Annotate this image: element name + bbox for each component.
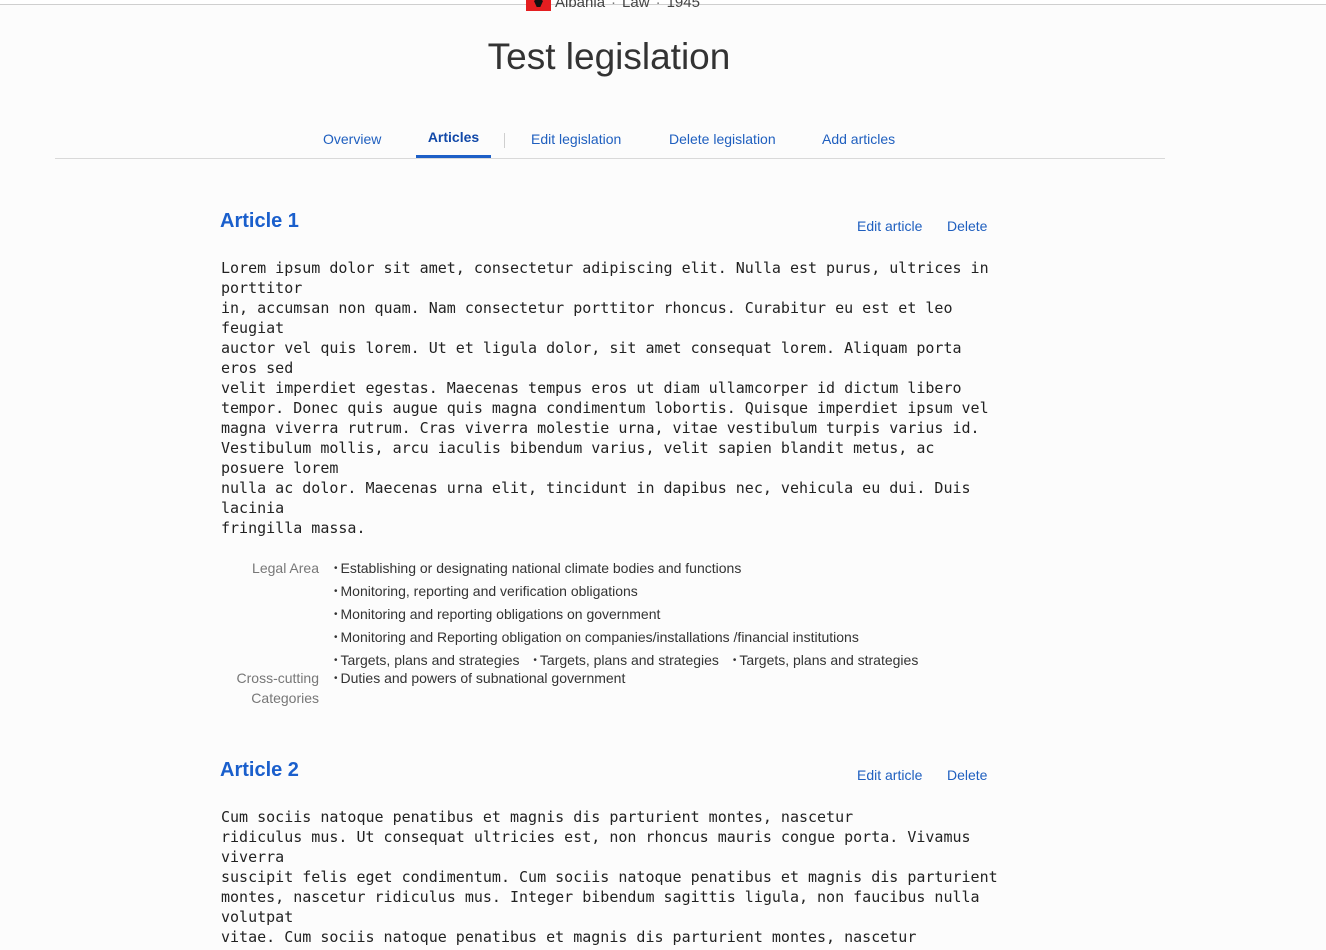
cross-cutting-tag: Duties and powers of subnational governm… — [334, 670, 626, 686]
legal-area-tag: Monitoring and Reporting obligation on c… — [334, 629, 859, 645]
tab-overview[interactable]: Overview — [323, 120, 381, 158]
cross-cutting-label-line: Categories — [251, 690, 319, 706]
legislation-tabs: Overview Articles Edit legislation Delet… — [55, 120, 1165, 159]
page-title: Test legislation — [487, 36, 731, 77]
cross-cutting-list: Duties and powers of subnational governm… — [334, 668, 635, 691]
tab-divider — [504, 133, 505, 148]
cross-cutting-label: Cross-cutting Categories — [199, 668, 319, 708]
edit-article-button[interactable]: Edit article — [857, 218, 922, 234]
legal-area-label: Legal Area — [252, 560, 319, 576]
cross-cutting-label-line: Cross-cutting — [236, 670, 319, 686]
albania-flag-icon — [526, 0, 551, 11]
tab-edit-legislation[interactable]: Edit legislation — [531, 120, 621, 158]
edit-article-button[interactable]: Edit article — [857, 767, 922, 783]
legal-area-tag: Targets, plans and strategies — [334, 652, 520, 668]
meta-separator: · — [611, 0, 617, 11]
tab-articles[interactable]: Articles — [416, 120, 491, 158]
meta-separator: · — [655, 0, 661, 11]
article-body: Cum sociis natoque penatibus et magnis d… — [221, 808, 998, 946]
legal-area-tag: Monitoring, reporting and verification o… — [334, 583, 638, 599]
legal-area-tag: Monitoring and reporting obligations on … — [334, 606, 661, 622]
document-type: Law — [622, 0, 650, 11]
delete-article-button[interactable]: Delete — [947, 218, 987, 234]
country-name: Albania — [555, 0, 606, 11]
legal-area-list: Establishing or designating national cli… — [334, 558, 928, 673]
legal-area-tag: Establishing or designating national cli… — [334, 560, 742, 576]
article-title: Article 2 — [220, 759, 299, 781]
legal-area-tag: Targets, plans and strategies — [533, 652, 719, 668]
article-title: Article 1 — [220, 210, 299, 232]
tab-delete-legislation[interactable]: Delete legislation — [669, 120, 776, 158]
tab-add-articles[interactable]: Add articles — [822, 120, 895, 158]
delete-article-button[interactable]: Delete — [947, 767, 987, 783]
document-year: 1945 — [666, 0, 700, 11]
article-body: Lorem ipsum dolor sit amet, consectetur … — [221, 259, 989, 537]
legislation-meta: Albania · Law · 1945 — [526, 0, 700, 11]
legal-area-tag: Targets, plans and strategies — [733, 652, 918, 668]
